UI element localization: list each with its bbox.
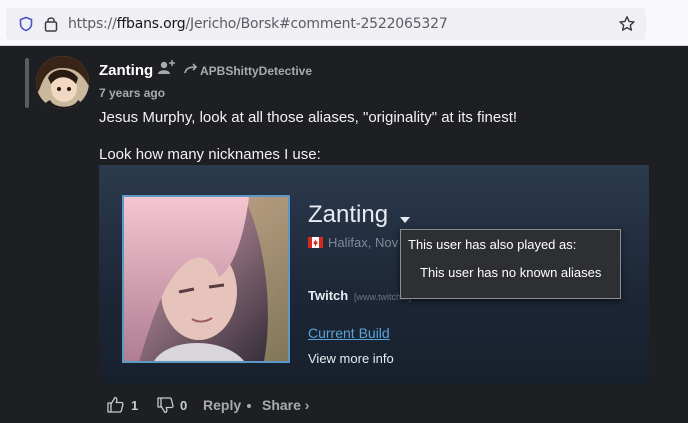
url-path: /Jericho/Borsk#comment-2522065327 [185,16,448,32]
like-count: 1 [131,398,139,413]
tooltip-title: This user has also played as: [408,237,577,252]
thread-indicator[interactable] [25,58,29,108]
follow-user-icon[interactable] [158,59,176,75]
profile-location: Halifax, Nov [328,235,399,250]
user-avatar[interactable] [36,56,89,109]
browser-toolbar: https://ffbans.org/Jericho/Borsk#comment… [0,0,688,46]
url-bar[interactable]: https://ffbans.org/Jericho/Borsk#comment… [6,8,646,40]
twitch-label: Twitch [308,288,349,303]
avatar-image [36,56,89,109]
bookmark-star-icon[interactable] [618,15,636,33]
embedded-profile-card: Zanting Halifax, Nov Twitch [www.twitch.… [99,165,649,384]
profile-avatar-image [124,197,288,361]
separator-dot [247,404,251,408]
comment-text-line-2: Look how many nicknames I use: [99,146,321,163]
reply-button[interactable]: Reply [203,397,241,413]
url-prefix: https:// [68,16,117,32]
lock-icon[interactable] [44,15,58,32]
tooltip-body: This user has no known aliases [420,265,602,280]
aliases-tooltip: This user has also played as: This user … [400,229,621,299]
url-text[interactable]: https://ffbans.org/Jericho/Borsk#comment… [68,16,448,32]
comment-text-line-1: Jesus Murphy, look at all those aliases,… [99,109,518,126]
thumbs-down-icon[interactable] [157,397,174,414]
current-build-link: Current Build [308,325,390,341]
profile-name: Zanting [308,201,389,228]
reply-to-username[interactable]: APBShittyDetective [200,64,312,78]
reply-arrow-icon [184,63,198,74]
tracking-shield-icon[interactable] [18,16,34,32]
dislike-count: 0 [180,398,188,413]
chevron-down-icon [400,217,410,223]
comment-username[interactable]: Zanting [99,62,153,79]
thumbs-up-icon[interactable] [107,396,124,413]
comment-timestamp[interactable]: 7 years ago [99,86,165,100]
profile-avatar [122,195,290,363]
view-more-info-link: View more info [308,351,394,366]
canada-flag-icon [308,237,323,248]
share-button[interactable]: Share › [262,397,309,413]
url-host: ffbans.org [116,16,186,32]
